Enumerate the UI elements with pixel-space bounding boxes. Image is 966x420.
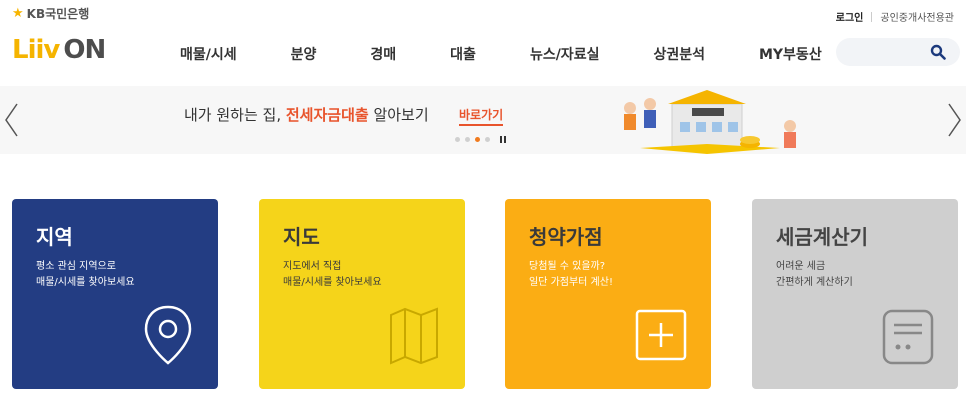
nav-item-loan[interactable]: 대출 <box>450 44 476 64</box>
carousel-dot-active[interactable] <box>475 137 480 142</box>
card-title: 청약가점 <box>529 225 603 249</box>
banner-go-link[interactable]: 바로가기 <box>459 106 504 126</box>
agent-link[interactable]: 공인중개사전용관 <box>880 9 954 24</box>
card-tax-calculator[interactable]: 세금계산기 어려운 세금 간편하게 계산하기 <box>752 199 958 389</box>
card-desc-line: 일단 가점부터 계산! <box>529 277 613 288</box>
bank-building-illustration <box>624 90 796 154</box>
card-desc: 당첨될 수 있을까? 일단 가점부터 계산! <box>529 259 613 291</box>
card-desc-line: 간편하게 계산하기 <box>776 277 853 288</box>
card-title: 지역 <box>36 225 73 249</box>
top-links-divider <box>871 11 873 22</box>
banner-text: 내가 원하는 집, 전세자금대출 알아보기 <box>184 104 429 125</box>
login-link[interactable]: 로그인 <box>836 9 864 24</box>
main-navbar: Liiv ON 매물/시세 분양 경매 대출 뉴스/자료실 상권분석 MY부동산 <box>0 30 966 78</box>
card-desc-line: 매물/시세를 찾아보세요 <box>283 277 382 288</box>
search-box <box>836 38 960 66</box>
nav-item-my-realestate[interactable]: MY부동산 <box>759 44 822 64</box>
pause-icon[interactable] <box>500 136 506 143</box>
kb-logo-text: KB국민은행 <box>26 7 90 21</box>
top-links: 로그인 공인중개사전용관 <box>836 9 954 24</box>
card-desc: 평소 관심 지역으로 매물/시세를 찾아보세요 <box>36 259 135 291</box>
card-map[interactable]: 지도 지도에서 직접 매물/시세를 찾아보세요 <box>259 199 465 389</box>
top-bar: ★ KB국민은행 로그인 공인중개사전용관 <box>0 0 966 30</box>
nav-item-listings[interactable]: 매물/시세 <box>180 44 237 64</box>
carousel-dot[interactable] <box>485 137 490 142</box>
chevron-left-icon[interactable] <box>2 102 22 138</box>
location-pin-icon <box>144 305 192 365</box>
nav-item-auction[interactable]: 경매 <box>370 44 396 64</box>
card-desc-line: 평소 관심 지역으로 <box>36 261 116 272</box>
card-desc-line: 당첨될 수 있을까? <box>529 261 606 272</box>
carousel-dot[interactable] <box>455 137 460 142</box>
card-title: 지도 <box>283 225 320 249</box>
banner-text-highlight: 전세자금대출 <box>285 106 369 124</box>
card-region[interactable]: 지역 평소 관심 지역으로 매물/시세를 찾아보세요 <box>12 199 218 389</box>
card-desc-line: 어려운 세금 <box>776 261 826 272</box>
card-desc-line: 매물/시세를 찾아보세요 <box>36 277 135 288</box>
nav-item-commercial[interactable]: 상권분석 <box>653 44 705 64</box>
search-input[interactable] <box>848 43 928 61</box>
card-desc-line: 지도에서 직접 <box>283 261 342 272</box>
card-desc: 지도에서 직접 매물/시세를 찾아보세요 <box>283 259 382 291</box>
banner-text-before: 내가 원하는 집, <box>184 106 286 124</box>
kb-bank-logo[interactable]: ★ KB국민은행 <box>12 5 89 22</box>
liiv-on-logo[interactable]: Liiv ON <box>12 35 106 65</box>
card-desc: 어려운 세금 간편하게 계산하기 <box>776 259 853 291</box>
promo-banner: 내가 원하는 집, 전세자금대출 알아보기 바로가기 <box>0 86 966 154</box>
quick-menu-cards: 지역 평소 관심 지역으로 매물/시세를 찾아보세요 지도 지도에서 직접 매물… <box>0 199 966 389</box>
card-title: 세금계산기 <box>776 225 868 249</box>
logo-liiv: Liiv <box>12 35 60 65</box>
plus-box-icon <box>635 309 687 361</box>
carousel-dot[interactable] <box>465 137 470 142</box>
nav-item-presale[interactable]: 분양 <box>291 44 317 64</box>
nav-item-news[interactable]: 뉴스/자료실 <box>530 44 600 64</box>
map-icon <box>390 307 438 365</box>
card-subscription[interactable]: 청약가점 당첨될 수 있을까? 일단 가점부터 계산! <box>505 199 711 389</box>
kb-star-icon: ★ <box>12 6 24 21</box>
banner-text-after: 알아보기 <box>368 106 429 124</box>
logo-on: ON <box>63 35 106 65</box>
nav-menu: 매물/시세 분양 경매 대출 뉴스/자료실 상권분석 MY부동산 <box>160 44 822 64</box>
carousel-dots <box>455 136 506 143</box>
chevron-right-icon[interactable] <box>944 102 964 138</box>
calculator-icon <box>882 309 934 365</box>
search-icon[interactable] <box>930 44 946 60</box>
